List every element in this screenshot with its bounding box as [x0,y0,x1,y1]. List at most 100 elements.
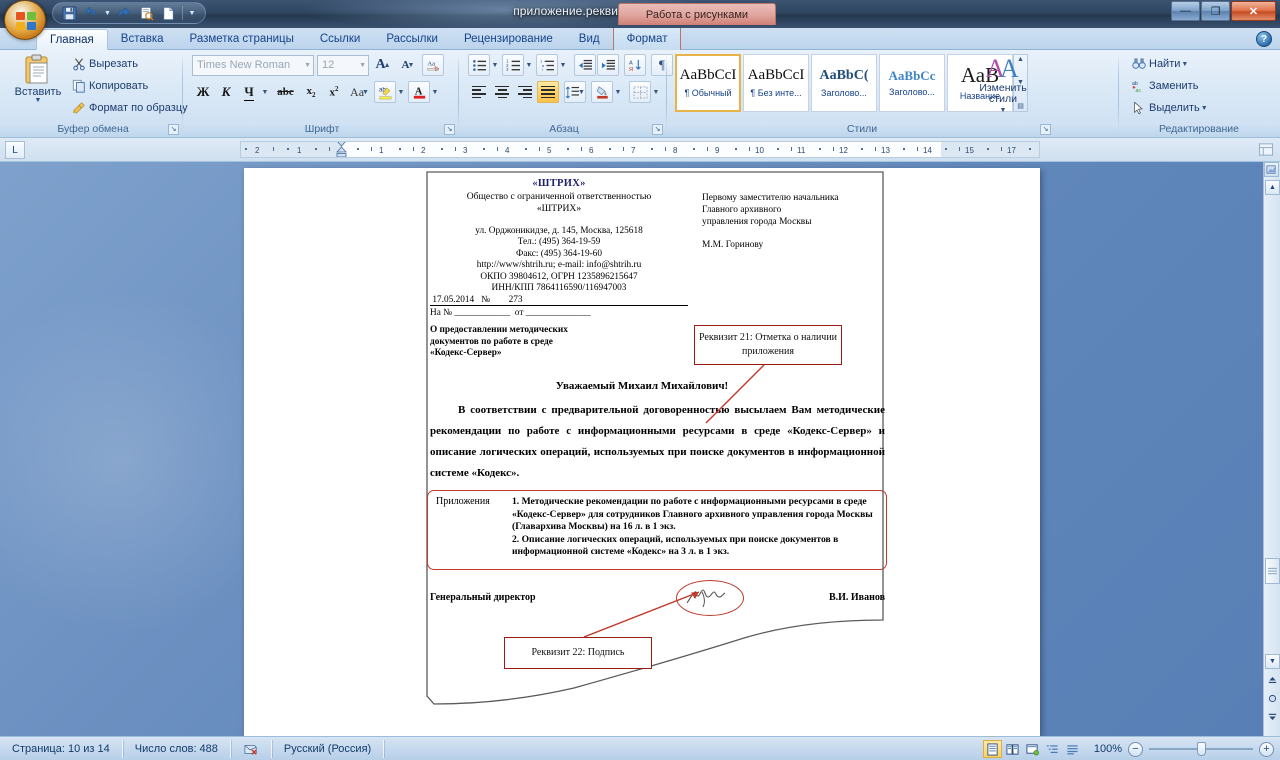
grow-font-button[interactable]: A ▲ [372,54,394,76]
tab-view[interactable]: Вид [566,28,613,50]
web-layout-view-button[interactable] [1023,740,1042,758]
chevron-down-icon[interactable]: ▼ [1201,105,1208,112]
font-dialog-launcher[interactable]: ↘ [444,124,455,135]
highlight-dropdown-icon[interactable]: ▼ [397,81,407,103]
tab-format[interactable]: Формат [612,28,682,50]
borders-button[interactable] [629,81,651,103]
shading-button[interactable] [591,81,613,103]
maximize-button[interactable]: ❐ [1201,1,1230,21]
font-size-combo[interactable]: 12 ▼ [317,54,369,76]
borders-dropdown-icon[interactable]: ▼ [652,81,662,103]
scrollbar-thumb[interactable] [1265,558,1280,584]
shading-dropdown-icon[interactable]: ▼ [614,81,624,103]
zoom-slider[interactable] [1149,741,1253,757]
undo-dropdown-icon[interactable]: ▼ [103,4,112,23]
next-page-button[interactable] [1265,709,1280,724]
tab-stop-selector[interactable]: L [5,141,25,159]
previous-page-button[interactable] [1265,673,1280,688]
undo-icon[interactable] [81,4,101,23]
quick-access-toolbar[interactable]: ▼ ▼ [52,2,206,24]
tab-mailings[interactable]: Рассылки [373,28,451,50]
text-highlight-button[interactable]: ab [374,81,396,103]
page-indicator[interactable]: Страница: 10 из 14 [0,739,123,758]
tab-home[interactable]: Главная [36,29,108,50]
strikethrough-button[interactable]: abc [272,81,299,103]
office-button[interactable] [4,0,46,40]
line-spacing-button[interactable]: ▼ [564,81,586,103]
save-icon[interactable] [59,4,79,23]
style-item-no-spacing[interactable]: AaBbCcI ¶ Без инте... [743,54,809,112]
numbering-dropdown-icon[interactable]: ▼ [525,54,535,76]
multilevel-list-button[interactable]: 1 a i [536,54,558,76]
styles-dialog-launcher[interactable]: ↘ [1040,124,1051,135]
minimize-button[interactable]: — [1171,1,1200,21]
bullets-dropdown-icon[interactable]: ▼ [491,54,501,76]
copy-button[interactable]: Копировать [68,77,192,95]
horizontal-ruler[interactable]: 2 1 1 2 3 4 5 6 7 8 9 10 11 12 13 14 15 … [240,141,1040,158]
style-item-heading2[interactable]: AaBbCc Заголово... [879,54,945,112]
tab-page-layout[interactable]: Разметка страницы [177,28,307,50]
clipboard-dialog-launcher[interactable]: ↘ [168,124,179,135]
view-ruler-toggle[interactable] [1258,142,1274,160]
style-item-heading1[interactable]: AaBbC( Заголово... [811,54,877,112]
tab-insert[interactable]: Вставка [108,28,177,50]
underline-button[interactable]: Ч [238,81,260,103]
zoom-slider-thumb[interactable] [1197,742,1206,756]
underline-dropdown-icon[interactable]: ▼ [261,81,271,103]
bold-button[interactable]: Ж [192,81,214,103]
new-document-icon[interactable] [158,4,178,23]
cut-button[interactable]: Вырезать [68,55,192,73]
replace-button[interactable]: ab ac Заменить [1128,77,1212,95]
zoom-in-button[interactable]: + [1259,741,1274,757]
callout-requisite-21[interactable]: Реквизит 21: Отметка о наличии приложени… [694,325,842,365]
styles-gallery[interactable]: AaBbCcI ¶ Обычный AaBbCcI ¶ Без инте... … [675,54,1013,112]
select-browse-object-button[interactable] [1265,691,1280,706]
help-icon[interactable]: ? [1256,31,1272,47]
align-justify-button[interactable] [537,81,559,103]
tab-references[interactable]: Ссылки [307,28,374,50]
style-item-normal[interactable]: AaBbCcI ¶ Обычный [675,54,741,112]
full-screen-reading-view-button[interactable] [1003,740,1022,758]
subscript-button[interactable]: x2 [300,81,322,103]
zoom-level[interactable]: 100% [1088,743,1122,755]
print-preview-icon[interactable] [136,4,156,23]
multilevel-dropdown-icon[interactable]: ▼ [559,54,569,76]
zoom-out-button[interactable]: − [1128,741,1143,757]
document-page[interactable]: «ШТРИХ» Общество с ограниченной ответств… [244,168,1040,736]
redo-icon[interactable] [114,4,134,23]
proofing-status[interactable] [231,739,272,758]
align-center-button[interactable] [491,81,513,103]
numbering-button[interactable]: 1 2 3 [502,54,524,76]
scroll-up-button[interactable]: ▲ [1265,180,1280,195]
change-case-button[interactable]: Aa ▼ [346,81,373,103]
outline-view-button[interactable] [1043,740,1062,758]
decrease-indent-button[interactable] [574,54,596,76]
superscript-button[interactable]: x2 [323,81,345,103]
indent-markers-icon[interactable] [335,141,348,158]
customize-qat-icon[interactable]: ▼ [187,4,197,23]
align-left-button[interactable] [468,81,490,103]
shrink-font-button[interactable]: A ▼ [397,54,419,76]
paste-button[interactable]: Вставить ▼ [10,53,66,115]
clear-formatting-button[interactable]: Aa [422,54,444,76]
change-styles-button[interactable]: A A Изменить стили ▼ [970,53,1036,117]
font-name-combo[interactable]: Times New Roman ▼ [192,54,314,76]
select-browse-object-top-icon[interactable] [1264,162,1279,177]
find-button[interactable]: Найти ▼ [1128,55,1212,73]
paragraph-dialog-launcher[interactable]: ↘ [652,124,663,135]
sort-button[interactable]: A Я [624,54,646,76]
language-indicator[interactable]: Русский (Россия) [272,739,385,758]
align-right-button[interactable] [514,81,536,103]
paste-dropdown-icon[interactable]: ▼ [35,97,42,104]
increase-indent-button[interactable] [597,54,619,76]
chevron-down-icon[interactable]: ▼ [1000,105,1007,116]
bullets-button[interactable] [468,54,490,76]
callout-requisite-22[interactable]: Реквизит 22: Подпись [504,637,652,669]
close-button[interactable]: ✕ [1231,1,1276,21]
italic-button[interactable]: К [215,81,237,103]
tab-review[interactable]: Рецензирование [451,28,566,50]
vertical-scrollbar[interactable]: ▲ ▼ [1263,162,1280,736]
chevron-down-icon[interactable]: ▼ [1181,61,1188,68]
print-layout-view-button[interactable] [983,740,1002,758]
font-color-dropdown-icon[interactable]: ▼ [431,81,441,103]
